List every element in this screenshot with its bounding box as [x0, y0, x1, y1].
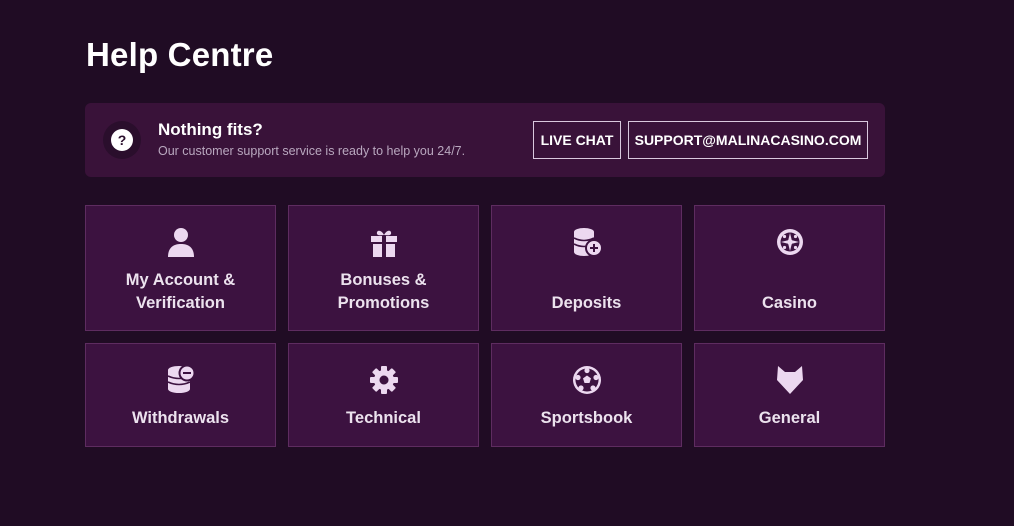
category-technical[interactable]: Technical: [288, 343, 479, 447]
fox-icon: [775, 363, 805, 397]
category-sportsbook[interactable]: Sportsbook: [491, 343, 682, 447]
coins-minus-icon: [166, 363, 196, 397]
category-my-account-verification[interactable]: My Account & Verification: [85, 205, 276, 331]
category-label: Technical: [346, 409, 421, 427]
support-subtitle: Our customer support service is ready to…: [158, 144, 466, 158]
gear-icon: [369, 363, 399, 397]
category-label: Withdrawals: [131, 409, 230, 427]
category-bonuses-promotions[interactable]: Bonuses & Promotions: [288, 205, 479, 331]
support-title: Nothing fits?: [158, 120, 263, 139]
category-general[interactable]: General: [694, 343, 885, 447]
category-deposits[interactable]: Deposits: [491, 205, 682, 331]
page-title: Help Centre: [86, 36, 274, 73]
gift-icon: [369, 226, 399, 260]
coins-plus-icon: [572, 226, 602, 260]
category-label: General: [758, 409, 821, 427]
category-withdrawals[interactable]: Withdrawals: [85, 343, 276, 447]
category-label: My Account & Verification: [125, 271, 236, 312]
support-banner: ? Nothing fits? Our customer support ser…: [85, 103, 885, 177]
support-email-button[interactable]: SUPPORT@MALINACASINO.COM: [628, 121, 868, 159]
user-icon: [166, 226, 196, 260]
live-chat-button[interactable]: LIVE CHAT: [533, 121, 621, 159]
category-label: Deposits: [551, 294, 622, 312]
category-casino[interactable]: Casino: [694, 205, 885, 331]
category-label: Bonuses & Promotions: [337, 271, 430, 312]
question-glyph: ?: [111, 129, 133, 151]
soccer-ball-icon: [572, 363, 602, 397]
category-label: Sportsbook: [540, 409, 633, 427]
roulette-icon: [775, 226, 805, 260]
category-label: Casino: [761, 294, 817, 312]
question-icon: ?: [103, 121, 141, 159]
